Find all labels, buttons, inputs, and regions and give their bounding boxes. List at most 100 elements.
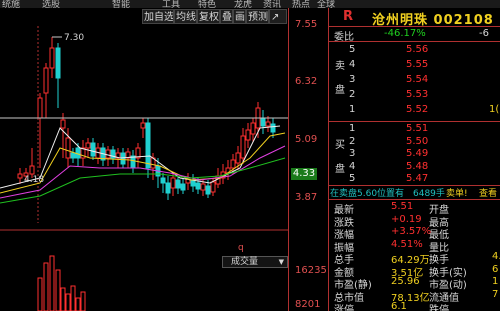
scale-label: 7.55 <box>295 19 318 30</box>
sell-volume: 1( <box>489 104 500 115</box>
candle-body <box>260 117 266 127</box>
quote-value: 25.96 <box>391 276 420 287</box>
menu-item[interactable]: 全球 <box>317 0 335 8</box>
quote-value: 6.1 <box>391 301 407 311</box>
divider <box>329 121 500 122</box>
candle-body <box>170 177 176 189</box>
order-alert-vol: 6489手 <box>413 189 445 199</box>
sell-level: 3 <box>349 74 356 85</box>
candle-body <box>140 122 146 129</box>
quote-value: 1 <box>492 276 499 287</box>
candle-body <box>75 147 81 159</box>
sell-level: 2 <box>349 89 356 100</box>
volume-bar <box>80 291 86 311</box>
volume-bar <box>55 269 61 311</box>
menu-item[interactable]: 统施 <box>2 0 20 8</box>
candle-body <box>130 155 136 169</box>
menu-item[interactable]: 龙虎 <box>234 0 252 8</box>
candle-body <box>37 97 43 119</box>
quote-label: 涨停 <box>334 305 354 311</box>
candle-body <box>105 149 111 159</box>
sell-label-2: 盘 <box>335 85 345 96</box>
candle-body <box>49 47 55 69</box>
sell-price: 5.54 <box>406 74 429 85</box>
volume-bar <box>37 277 43 311</box>
divider <box>329 41 500 42</box>
sell-label-1: 卖 <box>335 61 345 72</box>
sell-price: 5.52 <box>406 104 429 115</box>
candle-body <box>43 67 49 94</box>
candle-body <box>230 159 236 169</box>
candle-body <box>245 129 251 141</box>
candle-body <box>270 123 276 133</box>
buy-price: 5.51 <box>406 123 429 134</box>
quote-value: 4. <box>492 251 500 262</box>
indicator-select[interactable]: 成交量 ▼ <box>222 256 288 268</box>
menu-item[interactable]: 特色 <box>198 0 216 8</box>
adjust-button[interactable]: 复权 <box>197 9 220 24</box>
buy-level: 5 <box>349 173 356 184</box>
candle-body <box>210 181 216 193</box>
ma-button[interactable]: 均线 <box>174 9 197 24</box>
volume-bar <box>70 285 76 311</box>
buy-price: 5.48 <box>406 160 429 172</box>
buy-price: 5.50 <box>406 135 429 147</box>
quote-panel: R 沧州明珠 002108 委比 -46.17% -6 卖 盘 5 5.56 4 5.… <box>328 8 500 311</box>
buy-level: 4 <box>349 160 356 172</box>
sell-price: 5.55 <box>406 59 429 70</box>
candle-body <box>240 135 246 159</box>
quote-value: 6 <box>492 263 499 275</box>
volume-scale-label: 8201 <box>295 299 321 310</box>
volume-scale-label: 16235 <box>295 265 327 276</box>
volume-bar <box>49 255 55 311</box>
candle-body <box>90 142 96 157</box>
quote-value: 7 <box>492 288 499 300</box>
q-marker: q <box>238 243 244 253</box>
candle-body <box>145 122 151 169</box>
volume-bar <box>75 297 81 311</box>
order-alert-more[interactable]: 查看 <box>479 186 497 199</box>
dropdown-arrow-icon: ▼ <box>278 258 284 266</box>
price-scale: 7.55 6.32 5.09 4.33 3.87 16235 8201 <box>288 8 328 311</box>
low-label: 4.18 <box>24 175 44 185</box>
chart-toolbar: 加自选 均线 复权 叠 画 预测 ↗ <box>142 9 288 24</box>
scale-label: 3.87 <box>295 192 318 203</box>
order-alert-text: 在卖盘5.60位置有 <box>330 189 405 199</box>
candle-body <box>29 165 35 175</box>
quote-value: +0.19 <box>391 213 422 225</box>
draw-button[interactable]: 画 <box>233 9 246 24</box>
volume-bars <box>37 255 86 311</box>
candle-body <box>70 152 76 159</box>
candle-body <box>60 119 66 129</box>
menu-item[interactable]: 工具 <box>162 0 180 8</box>
buy-label-2: 盘 <box>335 164 345 175</box>
expand-icon[interactable]: ↗ <box>269 9 287 24</box>
candle-body <box>250 122 256 135</box>
overlay-button[interactable]: 叠 <box>220 9 233 24</box>
menu-item[interactable]: 智能 <box>112 0 130 8</box>
candle-body <box>195 182 201 190</box>
candle-body <box>85 142 91 149</box>
buy-price: 5.49 <box>406 148 429 159</box>
sell-price: 5.56 <box>406 44 429 55</box>
candle-body <box>200 183 206 191</box>
sell-level: 4 <box>349 59 356 70</box>
quote-value: +3.57% <box>391 226 432 237</box>
forecast-button[interactable]: 预测 <box>246 9 269 24</box>
add-favorite-button[interactable]: 加自选 <box>142 9 174 24</box>
candle-body <box>55 47 61 79</box>
candle-body <box>65 137 71 159</box>
candle-body <box>120 152 126 165</box>
high-label: 7.30 <box>64 33 84 43</box>
menu-item[interactable]: 热点 <box>292 0 310 8</box>
buy-label-1: 买 <box>335 140 345 151</box>
buy-level: 3 <box>349 148 356 159</box>
code-letter: R <box>343 9 354 24</box>
indicator-label: 成交量 <box>231 257 259 267</box>
current-price-tag: 4.33 <box>291 168 317 180</box>
scale-label: 5.09 <box>295 134 318 145</box>
volume-bar <box>60 287 66 311</box>
menu-item[interactable]: 资讯 <box>263 0 281 8</box>
menu-item[interactable]: 选股 <box>42 0 60 8</box>
candle-body <box>180 183 186 191</box>
